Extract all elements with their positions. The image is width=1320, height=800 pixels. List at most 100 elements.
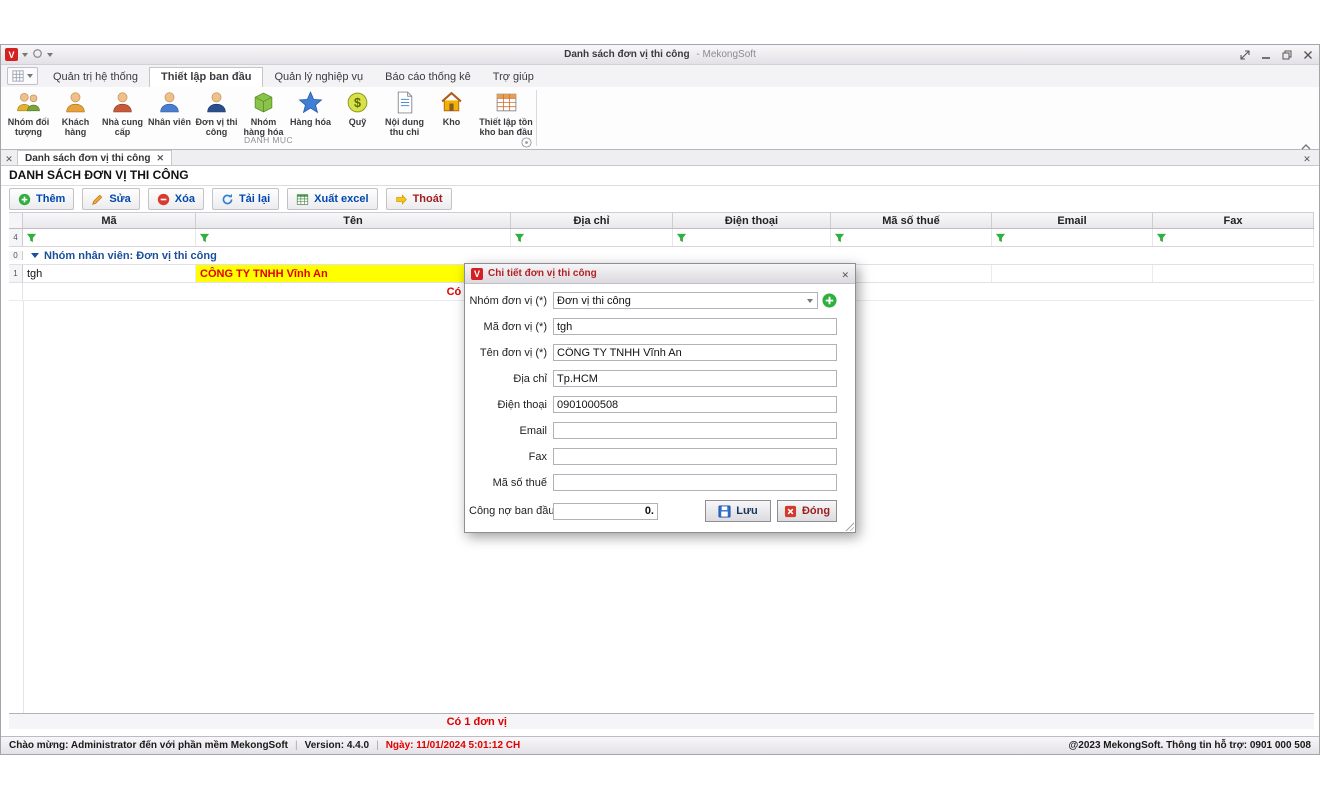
edit-button-label: Sửa <box>109 193 130 205</box>
window-title: Danh sách đơn vị thi công - MekongSoft <box>1 49 1319 60</box>
collapse-group-icon[interactable] <box>31 253 39 258</box>
add-button-label: Thêm <box>36 193 65 205</box>
filter-icon[interactable] <box>995 232 1006 243</box>
warehouse-icon <box>439 90 464 115</box>
ribbon-tab-reports[interactable]: Báo cáo thống kê <box>374 68 482 87</box>
delete-button[interactable]: Xóa <box>148 188 204 210</box>
cell-fax[interactable] <box>1153 265 1314 282</box>
field-tax-code: Mã số thuế <box>469 474 837 491</box>
column-header-ma[interactable]: Mã <box>23 213 196 228</box>
minimize-icon[interactable] <box>1259 48 1273 62</box>
tax-code-input[interactable] <box>553 474 837 491</box>
save-button[interactable]: Lưu <box>705 500 771 522</box>
fax-input[interactable] <box>553 448 837 465</box>
group-combobox-input[interactable] <box>554 293 803 308</box>
code-input[interactable] <box>553 318 837 335</box>
exit-icon <box>395 193 408 206</box>
filter-icon[interactable] <box>199 232 210 243</box>
field-code: Mã đơn vị (*) <box>469 318 837 335</box>
ribbon-tab-system[interactable]: Quản trị hệ thống <box>42 68 149 87</box>
close-tab-icon[interactable] <box>156 153 164 164</box>
ribbon-tab-setup[interactable]: Thiết lập ban đầu <box>149 67 263 87</box>
ribbon-item-warehouse[interactable]: Kho <box>428 89 475 128</box>
ribbon-item-supplier[interactable]: Nhà cung cấp <box>99 89 146 139</box>
filter-cell-dien-thoai[interactable] <box>673 229 831 246</box>
ribbon-item-label: Nhân viên <box>148 117 191 127</box>
ribbon-group-danh-muc: Nhóm đối tượng Khách hàng Nhà cung cấp <box>5 89 537 139</box>
column-header-dia-chi[interactable]: Địa chỉ <box>511 213 673 228</box>
dialog-titlebar[interactable]: Chi tiết đơn vị thi công <box>465 264 855 284</box>
app-menu-button[interactable] <box>7 67 38 85</box>
ribbon-tab-help[interactable]: Trợ giúp <box>482 68 545 87</box>
ribbon-item-construction-unit[interactable]: Đơn vị thi công <box>193 89 240 139</box>
filter-cell-fax[interactable] <box>1153 229 1314 246</box>
column-header-ten[interactable]: Tên <box>196 213 511 228</box>
phone-input[interactable] <box>553 396 837 413</box>
close-button-label: Đóng <box>802 505 830 517</box>
filter-row-indicator-text: 4 <box>13 233 17 242</box>
add-group-icon[interactable] <box>822 293 837 308</box>
ribbon-item-product[interactable]: Hàng hóa <box>287 89 334 128</box>
edit-icon <box>91 193 104 206</box>
field-group-label: Nhóm đơn vị (*) <box>469 295 553 307</box>
ribbon-tab-operations[interactable]: Quản lý nghiệp vụ <box>263 68 374 87</box>
group-combobox[interactable] <box>553 292 818 309</box>
ribbon-item-fund[interactable]: $ Quỹ <box>334 89 381 128</box>
filter-icon[interactable] <box>514 232 525 243</box>
divider: | <box>295 740 298 751</box>
export-excel-button[interactable]: Xuất excel <box>287 188 377 210</box>
ribbon-item-customer[interactable]: Khách hàng <box>52 89 99 139</box>
filter-icon[interactable] <box>1156 232 1167 243</box>
reload-button[interactable]: Tải lại <box>212 188 279 210</box>
group-row-content[interactable]: Nhóm nhân viên: Đơn vị thi công <box>23 250 1314 262</box>
opening-balance-input[interactable] <box>553 503 658 520</box>
name-input[interactable] <box>553 344 837 361</box>
group-row-indicator: 0 <box>9 251 23 260</box>
divider: | <box>376 740 379 751</box>
fit-window-icon[interactable] <box>1238 48 1252 62</box>
filter-icon[interactable] <box>26 232 37 243</box>
ribbon-item-initial-stock[interactable]: Thiết lập tồn kho ban đầu <box>475 89 537 139</box>
combo-dropdown-icon[interactable] <box>803 299 817 303</box>
cell-ma[interactable]: tgh <box>23 265 196 282</box>
statusbar-version: Version: 4.4.0 <box>305 740 369 751</box>
close-window-icon[interactable] <box>1301 48 1315 62</box>
initial-stock-icon <box>494 90 519 115</box>
filter-icon[interactable] <box>834 232 845 243</box>
income-expense-icon <box>392 90 417 115</box>
grid-footer: Có 1 đơn vị <box>9 713 1314 729</box>
filter-row-indicator: 4 <box>9 229 23 246</box>
column-header-dien-thoai[interactable]: Điện thoại <box>673 213 831 228</box>
close-document-icon[interactable] <box>1299 150 1315 166</box>
ribbon-item-label: Kho <box>443 117 461 127</box>
column-header-ma-so-thue[interactable]: Mã số thuế <box>831 213 992 228</box>
restore-icon[interactable] <box>1280 48 1294 62</box>
cell-email[interactable] <box>992 265 1153 282</box>
filter-cell-ma-so-thue[interactable] <box>831 229 992 246</box>
filter-icon[interactable] <box>676 232 687 243</box>
column-header-fax[interactable]: Fax <box>1153 213 1314 228</box>
ribbon-item-income-expense[interactable]: Nội dung thu chi <box>381 89 428 139</box>
close-all-tabs-icon[interactable] <box>1 150 17 165</box>
address-input[interactable] <box>553 370 837 387</box>
dialog-close-icon[interactable] <box>841 265 849 283</box>
email-input[interactable] <box>553 422 837 439</box>
close-dialog-button[interactable]: Đóng <box>777 500 837 522</box>
edit-button[interactable]: Sửa <box>82 188 139 210</box>
field-address-label: Địa chỉ <box>469 373 553 385</box>
delete-icon <box>157 193 170 206</box>
ribbon-item-employee[interactable]: Nhân viên <box>146 89 193 128</box>
column-header-email[interactable]: Email <box>992 213 1153 228</box>
exit-button[interactable]: Thoát <box>386 188 452 210</box>
ribbon-item-product-group[interactable]: Nhóm hàng hóa <box>240 89 287 139</box>
filter-cell-ma[interactable] <box>23 229 196 246</box>
filter-cell-ten[interactable] <box>196 229 511 246</box>
field-phone-label: Điện thoại <box>469 399 553 411</box>
document-tab-active[interactable]: Danh sách đơn vị thi công <box>17 150 172 165</box>
add-button[interactable]: Thêm <box>9 188 74 210</box>
field-group: Nhóm đơn vị (*) <box>469 292 837 309</box>
filter-cell-dia-chi[interactable] <box>511 229 673 246</box>
save-icon <box>718 505 731 518</box>
ribbon-item-object-group[interactable]: Nhóm đối tượng <box>5 89 52 139</box>
filter-cell-email[interactable] <box>992 229 1153 246</box>
